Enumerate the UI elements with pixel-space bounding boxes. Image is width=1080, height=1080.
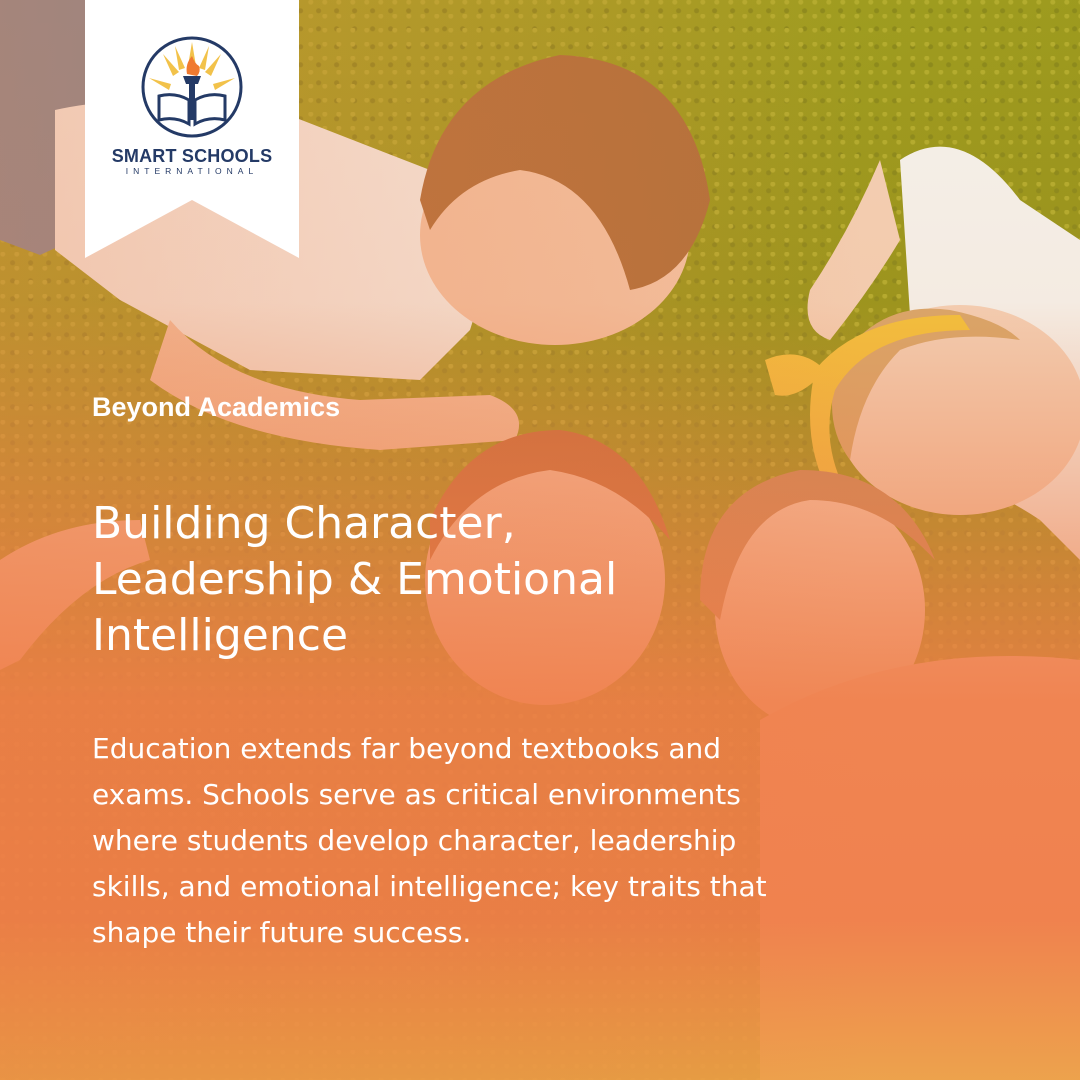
headline: Building Character, Leadership & Emotion…: [92, 496, 892, 664]
brand-subtitle: INTERNATIONAL: [125, 166, 259, 176]
brand-name: SMART SCHOOLS: [111, 146, 273, 166]
eyebrow-label: Beyond Academics: [92, 392, 341, 422]
body-line-5: shape their future success.: [92, 916, 472, 949]
headline-line-3: Intelligence: [92, 610, 349, 661]
body-line-2: exams. Schools serve as critical environ…: [92, 778, 741, 811]
body-line-3: where students develop character, leader…: [92, 824, 737, 857]
torch-book-icon: [141, 36, 243, 138]
headline-line-1: Building Character,: [92, 498, 516, 549]
logo-banner: SMART SCHOOLS INTERNATIONAL: [85, 0, 299, 258]
headline-line-2: Leadership & Emotional: [92, 554, 618, 605]
body-line-1: Education extends far beyond textbooks a…: [92, 732, 722, 765]
body-paragraph: Education extends far beyond textbooks a…: [92, 726, 862, 956]
body-line-4: skills, and emotional intelligence; key …: [92, 870, 767, 903]
